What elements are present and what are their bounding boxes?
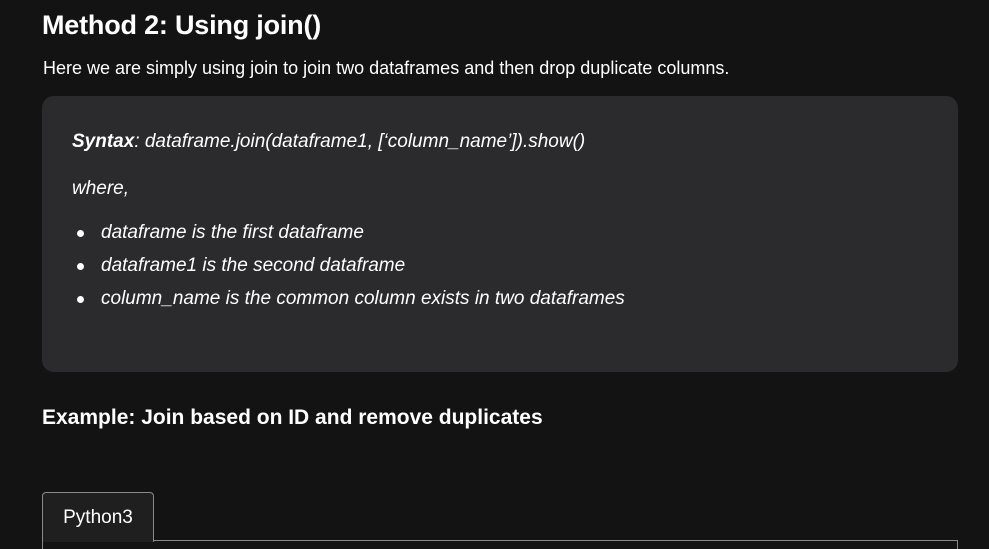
article-page: Method 2: Using join() Here we are simpl…: [0, 0, 989, 549]
where-label: where,: [72, 178, 130, 199]
list-item: dataframe1 is the second dataframe: [72, 253, 625, 286]
bullet-icon: [77, 263, 84, 270]
list-item-text: column_name is the common column exists …: [101, 288, 625, 309]
syntax-box: Syntax: dataframe.join(dataframe1, [‘col…: [42, 96, 958, 372]
syntax-code: : dataframe.join(dataframe1, [‘column_na…: [134, 131, 586, 152]
bullet-icon: [77, 230, 84, 237]
intro-paragraph: Here we are simply using join to join tw…: [43, 58, 730, 78]
list-item-text: dataframe is the first dataframe: [101, 222, 364, 243]
section-heading: Method 2: Using join(): [42, 10, 322, 40]
example-heading: Example: Join based on ID and remove dup…: [42, 406, 543, 429]
list-item-text: dataframe1 is the second dataframe: [101, 255, 406, 276]
parameter-list: dataframe is the first dataframe datafra…: [72, 220, 625, 319]
syntax-label: Syntax: [72, 131, 135, 152]
bullet-icon: [77, 296, 84, 303]
list-item: column_name is the common column exists …: [72, 286, 625, 319]
tab-python3[interactable]: Python3: [42, 492, 154, 542]
syntax-line: Syntax: dataframe.join(dataframe1, [‘col…: [72, 131, 585, 153]
list-item: dataframe is the first dataframe: [72, 220, 625, 253]
code-block-frame: [42, 540, 958, 549]
